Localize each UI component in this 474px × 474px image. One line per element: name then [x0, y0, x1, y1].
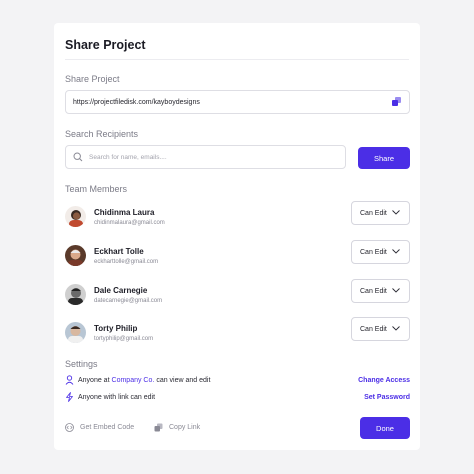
permission-value: Can Edit	[360, 209, 387, 217]
dialog-title: Share Project	[65, 38, 146, 52]
project-url-field[interactable]: https://projectfiledisk.com/kayboydesign…	[65, 90, 410, 114]
member-name: Eckhart Tolle	[94, 247, 144, 256]
copy-icon	[154, 423, 163, 432]
set-password-link[interactable]: Set Password	[364, 394, 410, 401]
team-member-row: Eckhart Tolle eckharttolle@gmail.com Can…	[65, 240, 410, 271]
get-embed-code-button[interactable]: Get Embed Code	[65, 423, 134, 432]
share-project-label: Share Project	[65, 74, 120, 84]
permission-dropdown[interactable]: Can Edit	[351, 201, 410, 225]
avatar	[65, 284, 86, 305]
share-project-dialog: Share Project Share Project https://proj…	[54, 23, 420, 450]
team-members-label: Team Members	[65, 184, 128, 194]
share-button[interactable]: Share	[358, 147, 410, 169]
link-setting-row: Anyone with link can edit Set Password	[65, 391, 410, 403]
search-input[interactable]	[89, 153, 289, 161]
member-name: Dale Carnegie	[94, 286, 148, 295]
team-member-row: Torty Philip tortyphilip@gmail.com Can E…	[65, 317, 410, 348]
avatar	[65, 322, 86, 343]
member-email: eckharttolle@gmail.com	[94, 259, 159, 265]
permission-value: Can Edit	[360, 287, 387, 295]
copy-link-label: Copy Link	[169, 424, 201, 431]
link-setting-text: Anyone with link can edit	[78, 393, 156, 401]
member-email: chidinmalaura@gmail.com	[94, 220, 165, 226]
permission-dropdown[interactable]: Can Edit	[351, 317, 410, 341]
title-divider	[65, 59, 409, 60]
team-member-row: Dale Carnegie datecarnegie@gmail.com Can…	[65, 279, 410, 310]
team-member-row: Chidinma Laura chidinmalaura@gmail.com C…	[65, 201, 410, 232]
search-icon	[73, 152, 83, 162]
user-icon	[65, 375, 74, 385]
member-name: Torty Philip	[94, 324, 138, 333]
avatar	[65, 245, 86, 266]
search-recipients-field[interactable]	[65, 145, 346, 169]
chevron-down-icon	[392, 288, 400, 293]
copy-icon[interactable]	[392, 97, 402, 107]
chevron-down-icon	[392, 210, 400, 215]
access-prefix: Anyone at	[78, 376, 110, 384]
chevron-down-icon	[392, 326, 400, 331]
change-access-link[interactable]: Change Access	[358, 377, 410, 384]
member-email: tortyphilip@gmail.com	[94, 336, 154, 342]
permission-dropdown[interactable]: Can Edit	[351, 240, 410, 264]
permission-value: Can Edit	[360, 325, 387, 333]
access-setting-row: Anyone at Company Co. can view and edit …	[65, 374, 410, 386]
permission-value: Can Edit	[360, 248, 387, 256]
search-recipients-label: Search Recipients	[65, 129, 139, 139]
avatar	[65, 206, 86, 227]
access-suffix: can view and edit	[156, 376, 211, 384]
chevron-down-icon	[392, 249, 400, 254]
organization-name: Company Co.	[111, 376, 155, 384]
permission-dropdown[interactable]: Can Edit	[351, 279, 410, 303]
settings-label: Settings	[65, 359, 98, 369]
embed-icon	[65, 423, 74, 432]
member-email: datecarnegie@gmail.com	[94, 298, 163, 304]
get-embed-code-label: Get Embed Code	[80, 424, 135, 431]
done-button[interactable]: Done	[360, 417, 410, 439]
project-url-text: https://projectfiledisk.com/kayboydesign…	[73, 98, 200, 106]
bolt-icon	[66, 392, 73, 402]
copy-link-button[interactable]: Copy Link	[154, 423, 200, 432]
member-name: Chidinma Laura	[94, 208, 155, 217]
